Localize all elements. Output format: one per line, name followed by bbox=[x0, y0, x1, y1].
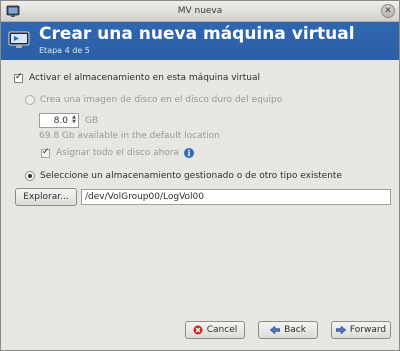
cancel-label: Cancel bbox=[206, 325, 238, 335]
dialog-window: MV nueva ✕ Crear una nueva máquina virtu… bbox=[0, 0, 400, 351]
browse-button[interactable]: Explorar... bbox=[15, 188, 77, 206]
allocate-row[interactable]: Asignar todo el disco ahora i bbox=[41, 147, 195, 158]
disk-size-value: 8.0 bbox=[53, 115, 68, 126]
enable-storage-label: Activar el almacenamiento en esta máquin… bbox=[29, 73, 260, 83]
forward-arrow-icon bbox=[335, 325, 346, 335]
disk-size-spinner[interactable]: 8.0 ▲ ▼ bbox=[39, 113, 79, 128]
spinner-arrows-icon[interactable]: ▲ ▼ bbox=[71, 115, 77, 126]
create-disk-row[interactable]: Crea una imagen de disco en el disco dur… bbox=[25, 95, 282, 105]
vm-window-icon bbox=[6, 5, 20, 17]
wizard-title: Crear una nueva máquina virtual bbox=[39, 24, 355, 44]
enable-storage-checkbox[interactable] bbox=[14, 72, 23, 83]
forward-button[interactable]: Forward bbox=[331, 321, 391, 339]
cancel-icon bbox=[193, 325, 203, 335]
size-row: 8.0 ▲ ▼ GB bbox=[39, 113, 98, 128]
managed-storage-label: Seleccione un almacenamiento gestionado … bbox=[40, 171, 342, 181]
back-label: Back bbox=[284, 325, 306, 335]
available-space-text: 69.8 Gb available in the default locatio… bbox=[39, 131, 220, 141]
allocate-checkbox[interactable] bbox=[41, 147, 50, 158]
close-icon[interactable]: ✕ bbox=[381, 4, 395, 18]
info-icon[interactable]: i bbox=[184, 148, 195, 158]
title-bar[interactable]: MV nueva ✕ bbox=[1, 1, 399, 22]
create-disk-radio[interactable] bbox=[25, 95, 35, 105]
back-button[interactable]: Back bbox=[258, 321, 318, 339]
back-arrow-icon bbox=[270, 325, 281, 335]
vm-monitor-icon bbox=[8, 31, 30, 48]
window-title: MV nueva bbox=[177, 6, 223, 16]
managed-storage-radio[interactable] bbox=[25, 171, 35, 181]
enable-storage-row[interactable]: Activar el almacenamiento en esta máquin… bbox=[14, 72, 260, 83]
managed-storage-row[interactable]: Seleccione un almacenamiento gestionado … bbox=[25, 171, 342, 181]
forward-label: Forward bbox=[349, 325, 387, 335]
wizard-step: Etapa 4 de 5 bbox=[39, 46, 90, 55]
disk-size-unit: GB bbox=[85, 115, 99, 126]
browse-label: Explorar... bbox=[23, 192, 69, 202]
cancel-button[interactable]: Cancel bbox=[185, 321, 245, 339]
allocate-label: Asignar todo el disco ahora bbox=[56, 148, 180, 158]
storage-path-input[interactable]: /dev/VolGroup00/LogVol00 bbox=[81, 189, 391, 205]
wizard-header: Crear una nueva máquina virtual Etapa 4 … bbox=[1, 22, 399, 60]
create-disk-label: Crea una imagen de disco en el disco dur… bbox=[40, 95, 283, 105]
